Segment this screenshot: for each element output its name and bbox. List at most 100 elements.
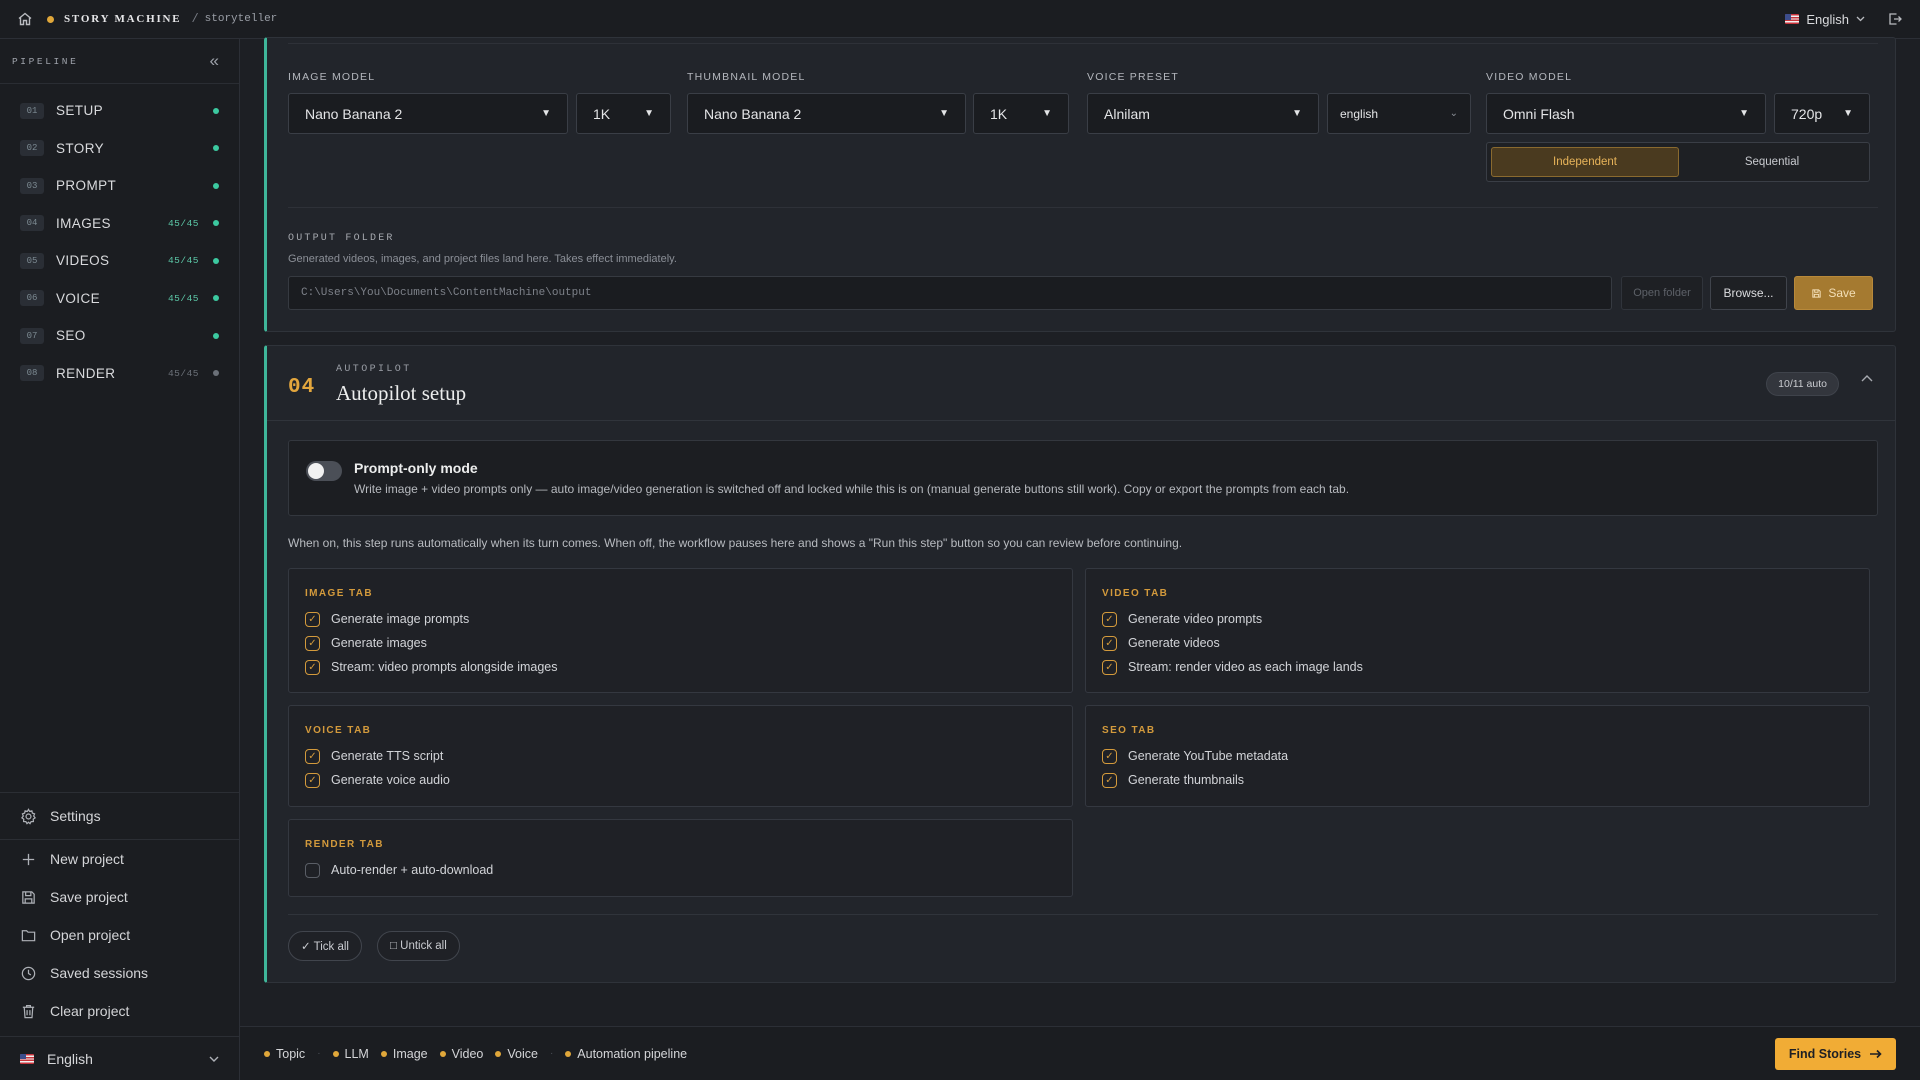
language-selector[interactable]: English xyxy=(1785,12,1865,27)
checkbox-generate-voice-audio[interactable]: ✓ Generate voice audio xyxy=(305,771,450,789)
open-project-label: Open project xyxy=(50,927,131,943)
open-folder-button[interactable]: Open folder xyxy=(1621,276,1703,310)
top-bar: STORY MACHINE / storyteller English xyxy=(0,0,1920,39)
status-dot xyxy=(565,1050,572,1057)
independent-option[interactable]: Independent xyxy=(1491,147,1679,177)
sidebar-footer: Settings New project Save project Open p… xyxy=(0,792,239,1080)
status-footer: Topic · LLM Image Video Voice · Automati… xyxy=(240,1026,1920,1080)
checkbox-generate-tts-script[interactable]: ✓ Generate TTS script xyxy=(305,747,443,765)
collapse-sidebar-icon[interactable]: « xyxy=(210,51,219,71)
open-project-button[interactable]: Open project xyxy=(0,916,239,954)
gear-icon xyxy=(21,807,36,825)
main-content: IMAGE MODEL Nano Banana 2 ▼ 1K ▼ THUMBNA… xyxy=(240,37,1920,1026)
step-number: 01 xyxy=(20,102,44,119)
autopilot-note: When on, this step runs automatically wh… xyxy=(288,536,1183,550)
checkbox-label: Generate voice audio xyxy=(331,773,450,787)
sidebar-item-render[interactable]: 08 RENDER 45/45 xyxy=(0,355,239,393)
checkbox-generate-thumbnails[interactable]: ✓ Generate thumbnails xyxy=(1102,771,1244,789)
find-stories-button[interactable]: Find Stories xyxy=(1775,1037,1896,1070)
voice-tab-title: VOICE TAB xyxy=(305,725,372,736)
sidebar-item-setup[interactable]: 01 SETUP xyxy=(0,92,239,130)
us-flag-icon xyxy=(1785,14,1800,24)
checkbox-generate-youtube-metadata[interactable]: ✓ Generate YouTube metadata xyxy=(1102,747,1288,765)
sidebar-item-seo[interactable]: 07 SEO xyxy=(0,317,239,355)
tick-all-button[interactable]: ✓ Tick all xyxy=(288,931,362,961)
home-icon[interactable] xyxy=(17,11,33,27)
new-project-button[interactable]: New project xyxy=(0,840,239,878)
step-number: 07 xyxy=(20,327,44,344)
check-icon: ✓ xyxy=(305,748,320,764)
language-label: English xyxy=(1806,11,1849,27)
voice-preset-select[interactable]: Alnilam ▼ xyxy=(1087,93,1319,134)
thumbnail-resolution-select[interactable]: 1K ▼ xyxy=(973,93,1069,134)
checkbox-stream-video-prompts[interactable]: ✓ Stream: video prompts alongside images xyxy=(305,658,558,676)
status-dot xyxy=(495,1050,502,1057)
video-resolution-select[interactable]: 720p ▼ xyxy=(1774,93,1870,134)
footer-item-automation: Automation pipeline xyxy=(565,1047,687,1061)
thumbnail-resolution-value: 1K xyxy=(990,105,1008,122)
status-dot xyxy=(380,1050,387,1057)
settings-link[interactable]: Settings xyxy=(0,793,239,839)
checkbox-label: Generate image prompts xyxy=(331,612,470,626)
sidebar-title: PIPELINE xyxy=(12,55,79,67)
status-dot xyxy=(213,145,219,152)
checkbox-auto-render[interactable]: Auto-render + auto-download xyxy=(305,861,493,879)
image-tab-panel: IMAGE TAB ✓ Generate image prompts ✓ Gen… xyxy=(288,568,1073,693)
check-icon: ✓ xyxy=(1102,635,1117,651)
sidebar-language-selector[interactable]: English xyxy=(0,1036,239,1080)
checkbox-generate-video-prompts[interactable]: ✓ Generate video prompts xyxy=(1102,610,1262,628)
prompt-only-toggle[interactable] xyxy=(306,461,342,481)
check-icon: ✓ xyxy=(1102,611,1117,627)
output-folder-path: C:\Users\You\Documents\ContentMachine\ou… xyxy=(301,287,592,299)
voice-language-select[interactable]: english ⌄ xyxy=(1327,93,1471,134)
checkbox-label: Stream: video prompts alongside images xyxy=(331,660,558,674)
image-model-value: Nano Banana 2 xyxy=(305,105,403,122)
footer-item-llm: LLM xyxy=(332,1047,369,1061)
footer-item-label: Automation pipeline xyxy=(577,1046,688,1061)
save-folder-button[interactable]: Save xyxy=(1794,276,1873,310)
save-project-button[interactable]: Save project xyxy=(0,878,239,916)
thumbnail-model-value: Nano Banana 2 xyxy=(704,105,802,122)
status-dot xyxy=(213,107,219,114)
breadcrumb-separator: / xyxy=(191,12,199,26)
section-number: 04 xyxy=(288,376,316,399)
video-model-value: Omni Flash xyxy=(1503,105,1575,122)
footer-item-label: Video xyxy=(451,1046,484,1061)
sidebar-item-prompt[interactable]: 03 PROMPT xyxy=(0,167,239,205)
saved-sessions-button[interactable]: Saved sessions xyxy=(0,954,239,992)
browse-button[interactable]: Browse... xyxy=(1710,276,1787,310)
checkbox-stream-render-video[interactable]: ✓ Stream: render video as each image lan… xyxy=(1102,658,1363,676)
output-folder-input[interactable]: C:\Users\You\Documents\ContentMachine\ou… xyxy=(288,276,1612,310)
sidebar-item-images[interactable]: 04 IMAGES 45/45 xyxy=(0,205,239,243)
sequential-option[interactable]: Sequential xyxy=(1679,147,1865,177)
checkbox-generate-image-prompts[interactable]: ✓ Generate image prompts xyxy=(305,610,469,628)
footer-item-image: Image xyxy=(380,1047,428,1061)
clear-project-button[interactable]: Clear project xyxy=(0,992,239,1030)
sidebar-item-voice[interactable]: 06 VOICE 45/45 xyxy=(0,280,239,318)
checkbox-generate-videos[interactable]: ✓ Generate videos xyxy=(1102,634,1220,652)
image-resolution-select[interactable]: 1K ▼ xyxy=(576,93,671,134)
clock-icon xyxy=(21,966,36,980)
step-label: PROMPT xyxy=(56,178,117,194)
thumbnail-model-select[interactable]: Nano Banana 2 ▼ xyxy=(687,93,966,134)
step-count: 45/45 xyxy=(167,217,199,229)
render-tab-panel: RENDER TAB Auto-render + auto-download xyxy=(288,819,1073,897)
divider xyxy=(267,420,1896,421)
chevron-down-icon: ▼ xyxy=(1042,108,1052,119)
video-model-select[interactable]: Omni Flash ▼ xyxy=(1486,93,1766,134)
image-model-select[interactable]: Nano Banana 2 ▼ xyxy=(288,93,568,134)
status-dot xyxy=(213,182,219,189)
separator: · xyxy=(317,1048,321,1059)
untick-all-button[interactable]: □ Untick all xyxy=(377,931,460,961)
chevron-down-icon: ▼ xyxy=(1292,108,1302,119)
checkbox-empty xyxy=(305,862,320,878)
seo-tab-title: SEO TAB xyxy=(1102,725,1156,736)
step-count: 45/45 xyxy=(167,292,199,304)
logout-icon[interactable] xyxy=(1887,11,1903,27)
sidebar-item-story[interactable]: 02 STORY xyxy=(0,130,239,168)
chevron-up-icon[interactable] xyxy=(1861,374,1873,382)
thumbnail-model-label: THUMBNAIL MODEL xyxy=(687,71,806,83)
sidebar-item-videos[interactable]: 05 VIDEOS 45/45 xyxy=(0,242,239,280)
plus-icon xyxy=(22,853,35,865)
checkbox-generate-images[interactable]: ✓ Generate images xyxy=(305,634,427,652)
